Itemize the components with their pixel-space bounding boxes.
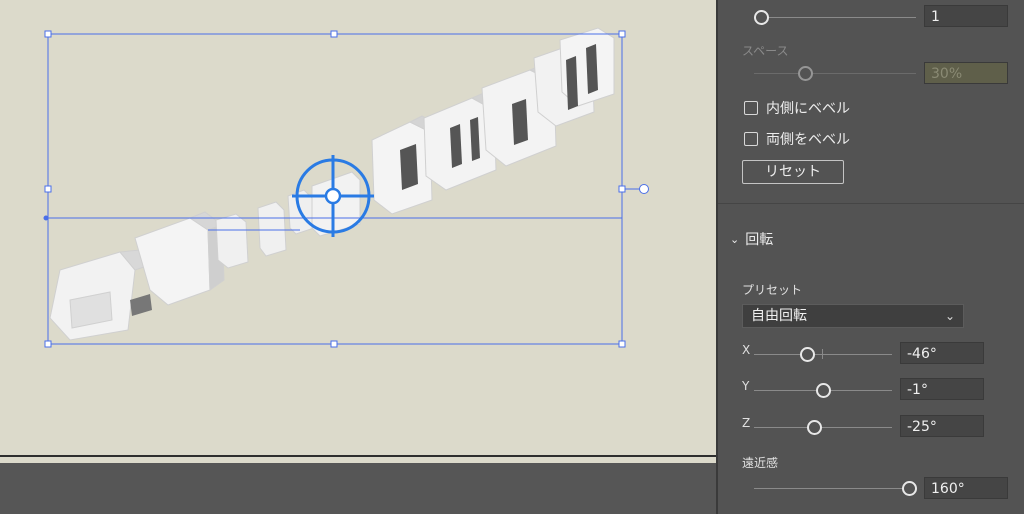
top-value-field[interactable]: 1 [924, 5, 1008, 27]
x-rotation-slider[interactable] [754, 347, 892, 362]
perspective-label: 遠近感 [742, 456, 779, 470]
spacing-value-field: 30% [924, 62, 1008, 84]
perspective-field[interactable]: 160° [924, 477, 1008, 499]
rotation-section-title: 回転 [745, 232, 774, 248]
perspective-slider[interactable] [754, 481, 917, 496]
depth-slider[interactable] [754, 10, 916, 25]
slider-knob[interactable] [816, 383, 831, 398]
canvas-edge-line [0, 455, 716, 457]
preset-value: 自由回転 [751, 308, 807, 324]
checkbox-box[interactable] [744, 101, 758, 115]
y-rotation-field[interactable]: -1° [900, 378, 984, 400]
y-rotation-slider[interactable] [754, 383, 892, 398]
3d-properties-panel: 1 スペース 30% 内側にベベル 両側をベベル リセット ⌄ 回転 プリセット… [716, 0, 1024, 514]
preset-dropdown[interactable]: 自由回転 ⌄ [742, 304, 964, 328]
bevel-inside-label: 内側にベベル [766, 101, 850, 117]
slider-knob[interactable] [800, 347, 815, 362]
spacing-label: スペース [742, 44, 789, 58]
bevel-inside-checkbox[interactable]: 内側にベベル [744, 98, 850, 118]
3d-text-artwork[interactable] [0, 0, 716, 514]
reset-button[interactable]: リセット [742, 160, 844, 184]
slider-knob[interactable] [902, 481, 917, 496]
chevron-down-icon: ⌄ [944, 309, 955, 323]
artboard-canvas[interactable] [0, 0, 716, 514]
bevel-both-checkbox[interactable]: 両側をベベル [744, 129, 850, 149]
spacing-slider [754, 66, 916, 81]
checkbox-box[interactable] [744, 132, 758, 146]
preset-label: プリセット [742, 283, 803, 297]
slider-knob[interactable] [807, 420, 822, 435]
chevron-down-icon[interactable]: ⌄ [730, 233, 739, 246]
y-label: Y [742, 379, 750, 393]
rotation-section-header[interactable]: ⌄ 回転 [730, 229, 773, 249]
bevel-both-label: 両側をベベル [766, 132, 850, 148]
pasteboard-area [0, 463, 716, 514]
z-rotation-slider[interactable] [754, 420, 892, 435]
z-label: Z [742, 416, 751, 430]
x-label: X [742, 343, 751, 357]
slider-knob[interactable] [754, 10, 769, 25]
x-rotation-field[interactable]: -46° [900, 342, 984, 364]
section-divider [718, 203, 1024, 204]
z-rotation-field[interactable]: -25° [900, 415, 984, 437]
